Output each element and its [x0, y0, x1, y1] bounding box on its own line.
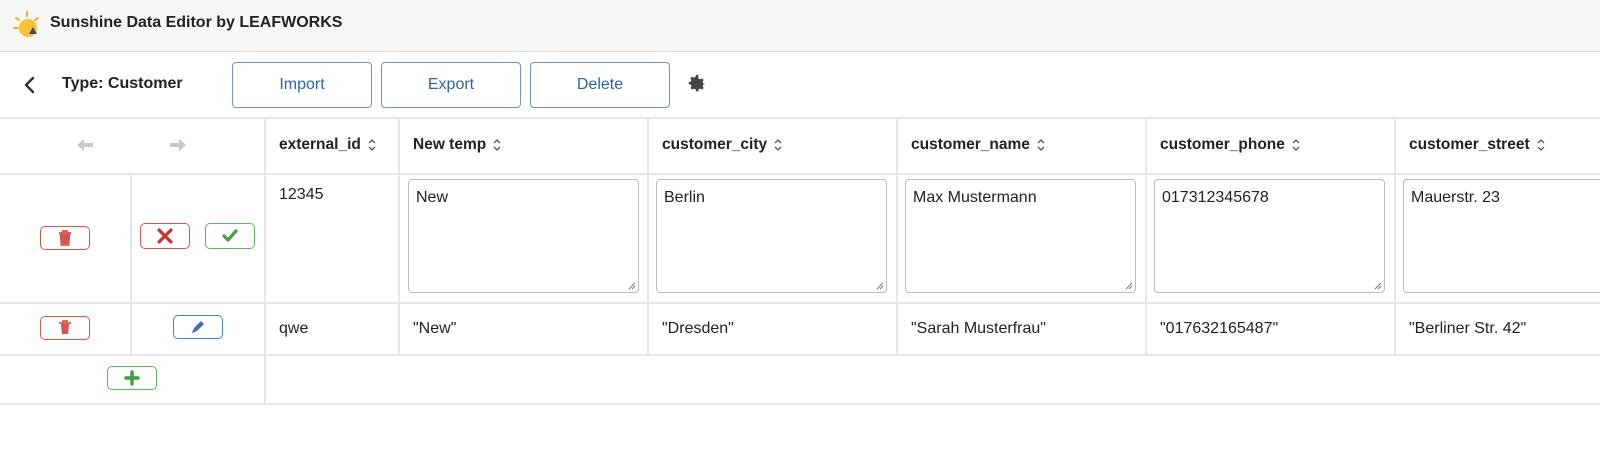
table-divider: [130, 173, 132, 354]
edit-row-external-id: 12345: [279, 186, 324, 203]
column-header-customer-name[interactable]: customer_name: [897, 117, 1145, 173]
new-temp-field[interactable]: New: [408, 179, 639, 293]
app-title: Sunshine Data Editor by LEAFWORKS: [50, 14, 343, 31]
customer-city-field[interactable]: Berlin: [656, 179, 887, 293]
check-icon: [222, 229, 238, 242]
column-header-customer-city[interactable]: customer_city: [648, 117, 896, 173]
export-button[interactable]: Export: [381, 62, 521, 108]
type-label: Type: Customer: [62, 75, 183, 92]
title-bar: Sunshine Data Editor by LEAFWORKS: [0, 0, 1600, 52]
field-value: Berlin: [664, 189, 705, 206]
resize-grip-icon[interactable]: [626, 280, 636, 290]
delete-row-button[interactable]: [40, 226, 90, 250]
customer-street-field[interactable]: Mauerstr. 23: [1403, 179, 1600, 293]
sort-icon: [1292, 139, 1300, 151]
column-header-label: New temp: [413, 136, 487, 153]
edit-row-button[interactable]: [173, 315, 223, 339]
table-cell: qwe: [279, 320, 309, 337]
resize-grip-icon[interactable]: [1372, 280, 1382, 290]
column-header-new-temp[interactable]: New temp: [399, 117, 647, 173]
sun-icon: [13, 11, 39, 37]
column-header-customer-phone[interactable]: customer_phone: [1146, 117, 1394, 173]
column-header-label: external_id: [279, 136, 361, 153]
table-cell: "Berliner Str. 42": [1409, 320, 1527, 337]
resize-grip-icon[interactable]: [874, 280, 884, 290]
trash-icon: [59, 230, 71, 246]
pencil-icon: [192, 321, 204, 333]
column-header-label: customer_street: [1409, 136, 1530, 153]
add-row-button[interactable]: [107, 366, 157, 390]
field-value: 017312345678: [1162, 189, 1269, 206]
sort-icon: [1037, 139, 1045, 151]
field-value: New: [416, 189, 449, 206]
table-divider: [0, 302, 1600, 304]
cancel-edit-button[interactable]: [140, 223, 190, 249]
table-divider: [0, 173, 1600, 175]
table-cell: "017632165487": [1160, 320, 1279, 337]
sort-icon: [368, 139, 376, 151]
import-button[interactable]: Import: [232, 62, 372, 108]
sort-icon: [493, 139, 501, 151]
field-value: Max Mustermann: [913, 189, 1037, 206]
delete-button[interactable]: Delete: [530, 62, 670, 108]
table-cell: "Sarah Musterfrau": [911, 320, 1046, 337]
sort-icon: [1537, 139, 1545, 151]
trash-icon: [59, 320, 71, 334]
arrow-left-icon[interactable]: [75, 135, 95, 155]
delete-row-button[interactable]: [40, 316, 90, 340]
gear-icon[interactable]: [686, 73, 708, 95]
table-cell: "New": [413, 320, 457, 337]
resize-grip-icon[interactable]: [1123, 280, 1133, 290]
confirm-edit-button[interactable]: [205, 223, 255, 249]
customer-phone-field[interactable]: 017312345678: [1154, 179, 1385, 293]
column-header-label: customer_name: [911, 136, 1030, 153]
sort-icon: [774, 139, 782, 151]
arrow-right-icon[interactable]: [168, 135, 188, 155]
customer-name-field[interactable]: Max Mustermann: [905, 179, 1136, 293]
table-cell: "Dresden": [662, 320, 734, 337]
field-value: Mauerstr. 23: [1411, 189, 1500, 206]
table-divider: [0, 354, 1600, 356]
table-divider: [0, 403, 1600, 405]
column-header-external-id[interactable]: external_id: [265, 117, 398, 173]
column-header-customer-street[interactable]: customer_street: [1395, 117, 1600, 173]
column-header-label: customer_phone: [1160, 136, 1285, 153]
toolbar: Type: Customer Import Export Delete: [0, 53, 1600, 117]
x-icon: [157, 228, 173, 244]
plus-icon: [124, 370, 140, 386]
column-header-label: customer_city: [662, 136, 768, 153]
chevron-left-icon[interactable]: [18, 73, 42, 97]
